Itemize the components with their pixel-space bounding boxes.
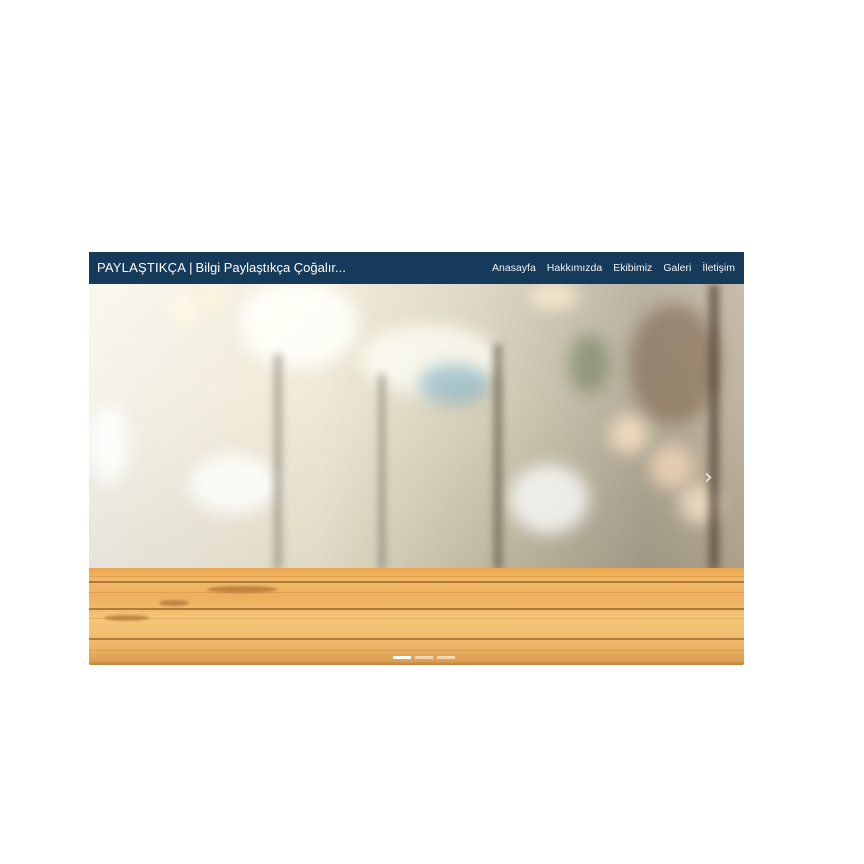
wood-knot [104, 615, 149, 621]
bokeh-light [649, 444, 694, 489]
blurred-post [494, 344, 502, 570]
blurred-street-background [89, 284, 744, 570]
plank-edge [89, 581, 744, 583]
hero-bottom-edge [89, 661, 744, 665]
nav-link-iletisim[interactable]: İletişim [702, 262, 735, 274]
brand-link[interactable]: PAYLAŞTIKÇA | Bilgi Paylaştıkça Çoğalır... [97, 252, 346, 284]
brand-name: PAYLAŞTIKÇA [97, 260, 187, 275]
page: PAYLAŞTIKÇA | Bilgi Paylaştıkça Çoğalır...… [0, 0, 864, 864]
blurred-post [709, 284, 719, 570]
navbar: PAYLAŞTIKÇA | Bilgi Paylaştıkça Çoğalır...… [89, 252, 744, 284]
wood-knot [159, 600, 189, 606]
brand-separator: | [189, 260, 193, 275]
bokeh-sign [419, 364, 489, 404]
blurred-post [274, 354, 282, 570]
bokeh-light [189, 454, 279, 514]
carousel-indicator-1[interactable] [393, 656, 411, 659]
nav-link-anasayfa[interactable]: Anasayfa [492, 262, 536, 274]
nav-links: Anasayfa Hakkımızda Ekibimiz Galeri İlet… [492, 252, 744, 284]
plank-edge [89, 638, 744, 640]
bokeh-light [169, 294, 199, 324]
website-frame: PAYLAŞTIKÇA | Bilgi Paylaştıkça Çoğalır...… [89, 252, 744, 665]
chevron-right-icon[interactable]: › [704, 466, 718, 490]
bokeh-light [609, 414, 649, 454]
bokeh-dark [629, 304, 719, 424]
wood-knot [207, 586, 277, 593]
hero-carousel: › [89, 284, 744, 665]
carousel-indicator-3[interactable] [437, 656, 455, 659]
blurred-post [379, 374, 385, 570]
nav-link-hakkimizda[interactable]: Hakkımızda [547, 262, 602, 274]
bokeh-light [89, 404, 129, 484]
carousel-indicators [393, 656, 455, 659]
nav-link-galeri[interactable]: Galeri [663, 262, 691, 274]
wooden-tabletop [89, 568, 744, 665]
bokeh-tree [569, 334, 609, 394]
carousel-indicator-2[interactable] [415, 656, 433, 659]
nav-link-ekibimiz[interactable]: Ekibimiz [613, 262, 652, 274]
plank-edge [89, 608, 744, 610]
bokeh-light [239, 284, 359, 369]
bokeh-light [529, 284, 579, 309]
bokeh-light [199, 284, 227, 312]
brand-tagline: Bilgi Paylaştıkça Çoğalır... [195, 260, 346, 275]
bokeh-light [509, 464, 589, 534]
